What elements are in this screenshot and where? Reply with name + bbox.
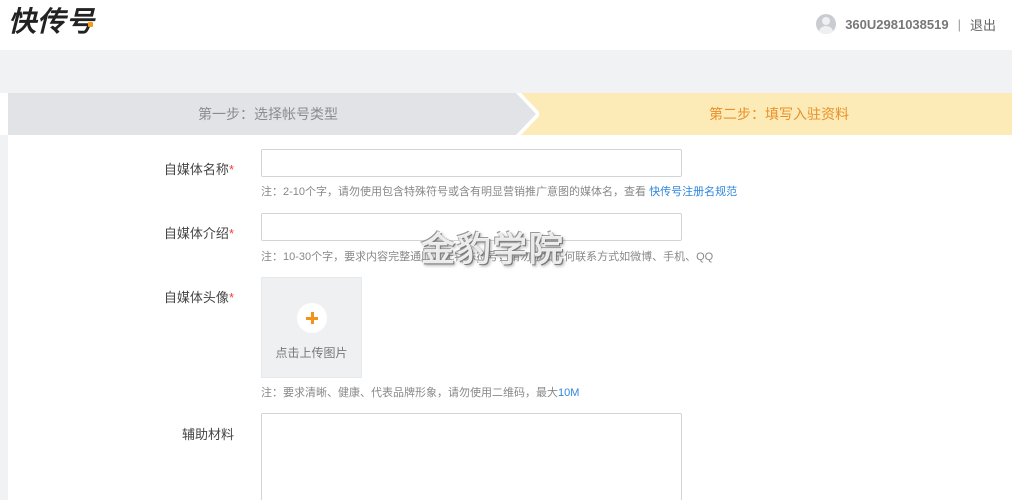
max-size-text: 10M: [558, 387, 580, 399]
materials-label: 辅助材料: [181, 427, 234, 442]
logo-text: 快传号: [8, 5, 96, 38]
media-avatar-hint-text: 注：要求清晰、健康、代表品牌形象，请勿使用二维码，最大: [261, 387, 558, 399]
step-2-label: 第二步：填写入驻资料: [709, 106, 849, 122]
top-header: 快传号 360U2981038519 | 退出: [0, 0, 1012, 50]
media-avatar-hint: 注：要求清晰、健康、代表品牌形象，请勿使用二维码，最大10M: [261, 384, 579, 400]
media-avatar-label-text: 自媒体头像: [163, 290, 229, 305]
step-progress: 第一步：选择帐号类型 第二步：填写入驻资料: [8, 93, 1012, 135]
avatar-upload-button[interactable]: 点击上传图片: [261, 277, 362, 378]
header-separator: |: [957, 16, 961, 32]
media-avatar-label: 自媒体头像*: [150, 287, 234, 306]
user-area: 360U2981038519 | 退出: [816, 12, 996, 36]
media-name-label: 自媒体名称*: [150, 159, 234, 178]
upload-label: 点击上传图片: [275, 346, 348, 360]
logout-link[interactable]: 退出: [970, 15, 996, 34]
required-mark: *: [228, 226, 234, 241]
media-name-hint: 注：2-10个字，请勿使用包含特殊符号或含有明显营销推广意图的媒体名，查看 快传…: [261, 183, 737, 199]
media-intro-label-text: 自媒体介绍: [163, 226, 229, 241]
logo-dot: [88, 22, 93, 27]
plus-icon: [297, 303, 327, 333]
required-mark: *: [228, 162, 234, 177]
header-gray-band: [0, 50, 1012, 93]
name-rules-link[interactable]: 快传号注册名规范: [649, 186, 737, 198]
username[interactable]: 360U2981038519: [845, 17, 948, 32]
left-gray-strip: [0, 135, 8, 500]
media-intro-label: 自媒体介绍*: [150, 223, 234, 242]
required-mark: *: [228, 290, 234, 305]
media-name-hint-text: 注：2-10个字，请勿使用包含特殊符号或含有明显营销推广意图的媒体名，查看: [261, 186, 647, 198]
materials-textarea[interactable]: [261, 413, 682, 500]
media-name-input[interactable]: [261, 149, 682, 177]
media-name-label-text: 自媒体名称: [163, 162, 229, 177]
step-1-label: 第一步：选择帐号类型: [198, 106, 338, 122]
user-avatar-icon[interactable]: [816, 14, 837, 34]
kuaichuanhao-logo[interactable]: 快传号: [8, 4, 95, 40]
watermark: 金豹学院: [421, 230, 565, 270]
